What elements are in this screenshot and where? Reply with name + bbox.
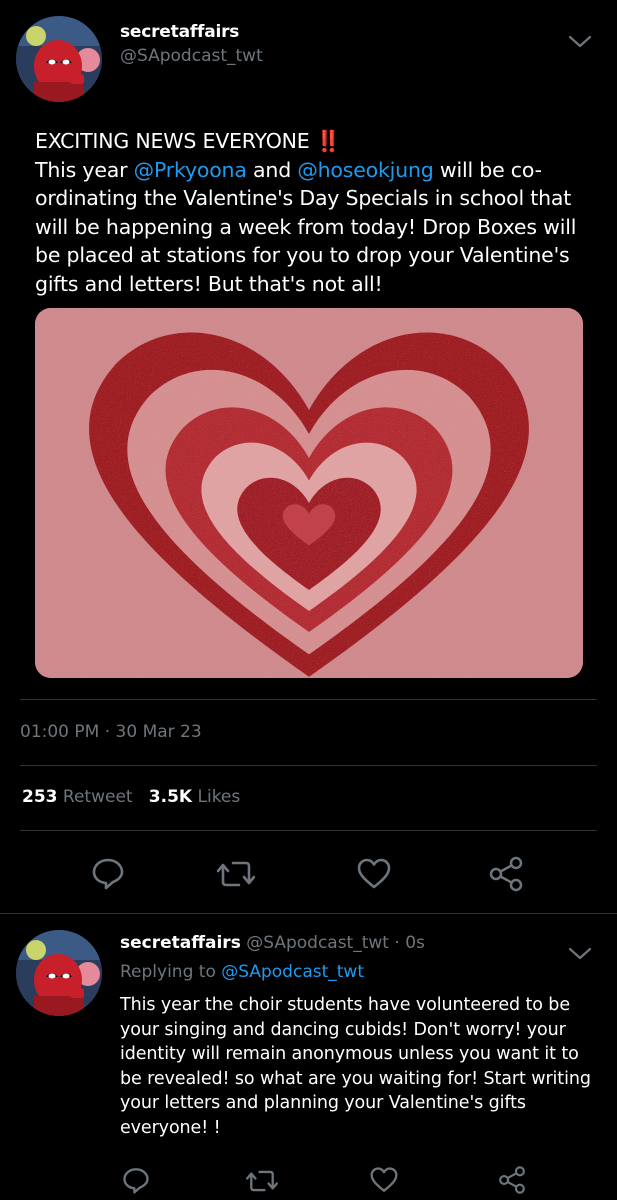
divider bbox=[20, 830, 597, 831]
like-icon[interactable] bbox=[356, 857, 392, 891]
likes-label: Likes bbox=[197, 787, 241, 807]
reply-icon[interactable] bbox=[91, 856, 125, 890]
tweet-text-part: This year bbox=[35, 157, 134, 182]
retweets-stat[interactable]: 253 Retweet bbox=[22, 787, 133, 807]
like-icon[interactable] bbox=[369, 1166, 399, 1194]
retweet-label: Retweet bbox=[62, 787, 133, 807]
engagement-stats: 253 Retweet 3.5K Likes bbox=[22, 787, 240, 807]
retweet-icon[interactable] bbox=[217, 857, 255, 891]
separator-dot: · bbox=[394, 933, 400, 953]
reply-handle[interactable]: @SApodcast_twt bbox=[246, 933, 389, 953]
reply-display-name[interactable]: secretaffairs bbox=[120, 933, 241, 953]
divider bbox=[20, 765, 597, 766]
replying-to-link[interactable]: @SApodcast_twt bbox=[221, 962, 364, 982]
reply-avatar[interactable] bbox=[16, 930, 102, 1016]
separator-dot: · bbox=[104, 722, 111, 742]
handle[interactable]: @SApodcast_twt bbox=[120, 46, 263, 66]
divider bbox=[20, 699, 597, 700]
double-exclamation-emoji: ‼️ bbox=[315, 129, 341, 153]
tweet-headline: EXCITING NEWS EVERYONE bbox=[35, 129, 310, 153]
like-count: 3.5K bbox=[148, 787, 193, 807]
mention-link[interactable]: @Prkyoona bbox=[134, 158, 247, 182]
timestamp[interactable]: 01:00 PM · 30 Mar 23 bbox=[20, 722, 202, 742]
reply-text: This year the choir students have volunt… bbox=[120, 995, 591, 1138]
mention-link[interactable]: @hoseokjung bbox=[297, 158, 433, 182]
reply-header: secretaffairs @SApodcast_twt · 0s bbox=[120, 933, 425, 953]
share-icon[interactable] bbox=[487, 855, 525, 893]
tweet-text-part: and bbox=[246, 157, 298, 182]
tweet-date: 30 Mar 23 bbox=[115, 722, 202, 742]
deadpool-avatar-image bbox=[16, 930, 102, 1016]
replying-to: Replying to @SApodcast_twt bbox=[120, 962, 364, 982]
retweet-count: 253 bbox=[22, 787, 58, 807]
deadpool-avatar-image bbox=[16, 16, 102, 102]
chevron-down-icon[interactable] bbox=[567, 34, 593, 50]
divider bbox=[0, 913, 617, 914]
avatar[interactable] bbox=[16, 16, 102, 102]
chevron-down-icon[interactable] bbox=[567, 946, 593, 962]
replying-to-label: Replying to bbox=[120, 962, 216, 982]
reply-time[interactable]: 0s bbox=[405, 933, 425, 953]
tweet-image[interactable] bbox=[35, 308, 583, 678]
likes-stat[interactable]: 3.5K Likes bbox=[149, 787, 240, 807]
tweet-text: EXCITING NEWS EVERYONE ‼️ This year @Prk… bbox=[35, 127, 595, 298]
retweet-icon[interactable] bbox=[246, 1167, 278, 1195]
reply-icon[interactable] bbox=[122, 1166, 150, 1194]
display-name[interactable]: secretaffairs bbox=[120, 22, 239, 42]
nested-hearts-image bbox=[35, 308, 583, 678]
tweet-time: 01:00 PM bbox=[20, 722, 100, 742]
share-icon[interactable] bbox=[497, 1165, 527, 1195]
